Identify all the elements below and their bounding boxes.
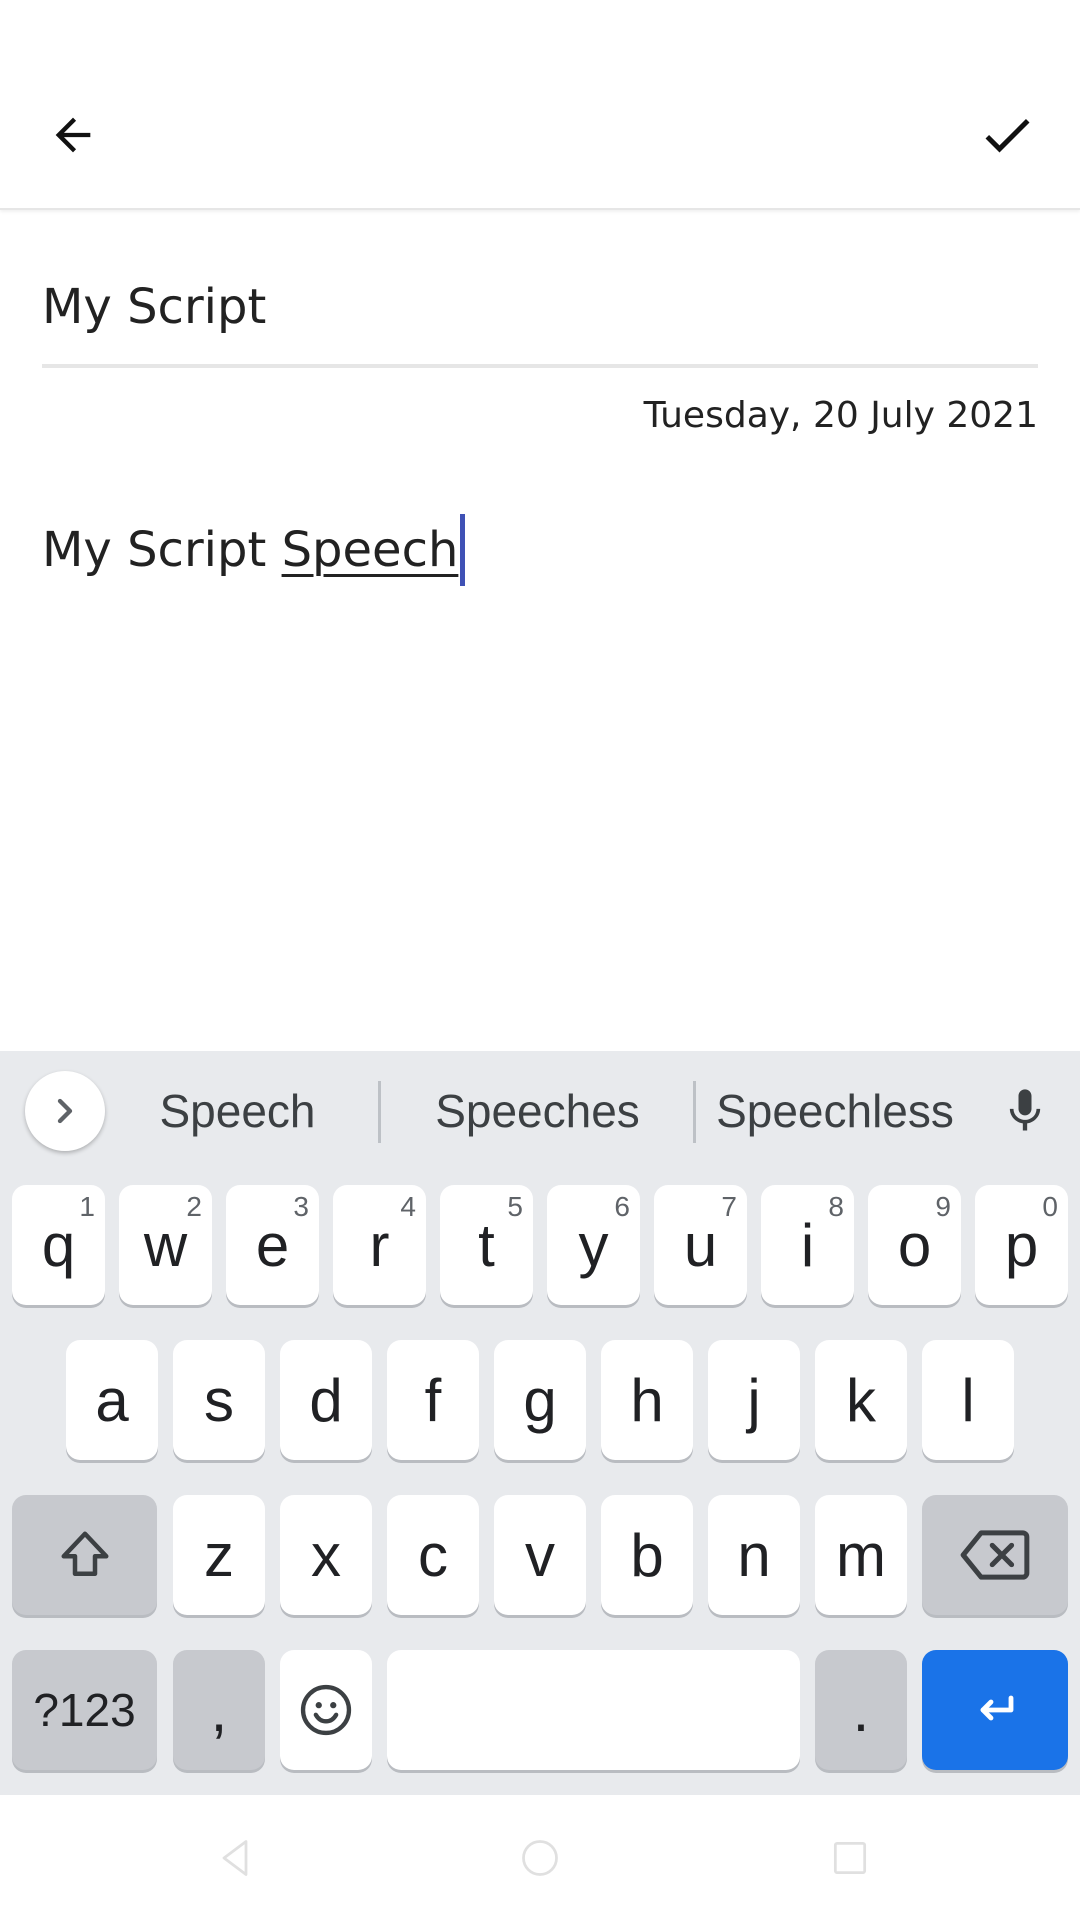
backspace-key[interactable] xyxy=(922,1495,1068,1615)
key-hint: 3 xyxy=(293,1191,309,1222)
title-input[interactable]: My Script xyxy=(42,250,1038,368)
suggestion-strip: Speech Speeches Speechless xyxy=(0,1051,1080,1169)
key-y[interactable]: y6 xyxy=(547,1185,640,1305)
key-hint: 4 xyxy=(400,1191,416,1222)
square-recents-icon xyxy=(833,1841,867,1875)
key-f[interactable]: f xyxy=(387,1340,479,1460)
key-label: r xyxy=(369,1211,390,1279)
key-hint: 5 xyxy=(507,1191,523,1222)
composing-word: Speech xyxy=(281,522,459,578)
key-j[interactable]: j xyxy=(708,1340,800,1460)
key-k[interactable]: k xyxy=(815,1340,907,1460)
key-d[interactable]: d xyxy=(280,1340,372,1460)
title-value: My Script xyxy=(42,279,267,335)
microphone-icon xyxy=(1009,1089,1041,1131)
key-l[interactable]: l xyxy=(922,1340,1014,1460)
key-x[interactable]: x xyxy=(280,1495,372,1615)
key-label: p xyxy=(1004,1211,1039,1279)
key-label: y xyxy=(578,1211,609,1279)
voice-input-button[interactable] xyxy=(995,1081,1055,1141)
arrow-left-icon xyxy=(55,117,91,153)
key-w[interactable]: w2 xyxy=(119,1185,212,1305)
key-i[interactable]: i8 xyxy=(761,1185,854,1305)
key-hint: 1 xyxy=(79,1191,95,1222)
key-e[interactable]: e3 xyxy=(226,1185,319,1305)
expand-toolbar-button[interactable] xyxy=(25,1071,105,1151)
suggestion-divider xyxy=(378,1081,381,1143)
triangle-back-icon xyxy=(222,1840,248,1876)
key-s[interactable]: s xyxy=(173,1340,265,1460)
system-navigation-bar xyxy=(0,1795,1080,1920)
key-hint: 7 xyxy=(721,1191,737,1222)
key-c[interactable]: c xyxy=(387,1495,479,1615)
return-arrow-icon xyxy=(980,1695,1014,1721)
key-b[interactable]: b xyxy=(601,1495,693,1615)
nav-back-button[interactable] xyxy=(205,1833,265,1883)
key-a[interactable]: a xyxy=(66,1340,158,1460)
shift-icon xyxy=(61,1531,108,1576)
key-q[interactable]: q1 xyxy=(12,1185,105,1305)
key-label: w xyxy=(143,1211,188,1279)
key-hint: 9 xyxy=(935,1191,951,1222)
note-date: Tuesday, 20 July 2021 xyxy=(643,395,1038,436)
comma-key[interactable]: , xyxy=(173,1650,265,1770)
suggestion-1[interactable]: Speech xyxy=(130,1081,345,1141)
shift-key[interactable] xyxy=(12,1495,157,1615)
key-h[interactable]: h xyxy=(601,1340,693,1460)
chevron-right-icon xyxy=(57,1098,73,1124)
suggestion-3[interactable]: Speechless xyxy=(710,1081,960,1141)
key-hint: 2 xyxy=(186,1191,202,1222)
key-r[interactable]: r4 xyxy=(333,1185,426,1305)
key-label: q xyxy=(41,1211,76,1279)
key-label: u xyxy=(683,1211,718,1279)
key-g[interactable]: g xyxy=(494,1340,586,1460)
symbols-key[interactable]: ?123 xyxy=(12,1650,157,1770)
save-button[interactable] xyxy=(972,100,1042,170)
body-text: My Script xyxy=(42,522,282,578)
key-label: i xyxy=(800,1211,815,1279)
key-hint: 8 xyxy=(828,1191,844,1222)
key-m[interactable]: m xyxy=(815,1495,907,1615)
key-label: t xyxy=(478,1211,495,1279)
enter-key[interactable] xyxy=(922,1650,1068,1770)
back-button[interactable] xyxy=(38,100,108,170)
soft-keyboard: Speech Speeches Speechless q1 w2 e3 r4 t… xyxy=(0,1051,1080,1795)
key-hint: 0 xyxy=(1042,1191,1058,1222)
text-cursor xyxy=(460,514,466,586)
suggestion-divider xyxy=(693,1081,696,1143)
key-n[interactable]: n xyxy=(708,1495,800,1615)
app-bar xyxy=(0,0,1080,210)
backspace-icon xyxy=(960,1530,1030,1580)
emoji-icon xyxy=(300,1684,352,1736)
space-key[interactable] xyxy=(387,1650,800,1770)
key-hint: 6 xyxy=(614,1191,630,1222)
nav-recents-button[interactable] xyxy=(820,1833,880,1883)
period-key[interactable]: . xyxy=(815,1650,907,1770)
key-v[interactable]: v xyxy=(494,1495,586,1615)
key-p[interactable]: p0 xyxy=(975,1185,1068,1305)
body-input[interactable]: My Script Speech xyxy=(42,512,466,588)
key-t[interactable]: t5 xyxy=(440,1185,533,1305)
key-o[interactable]: o9 xyxy=(868,1185,961,1305)
key-label: e xyxy=(255,1211,290,1279)
key-u[interactable]: u7 xyxy=(654,1185,747,1305)
key-z[interactable]: z xyxy=(173,1495,265,1615)
nav-home-button[interactable] xyxy=(510,1833,570,1883)
circle-home-icon xyxy=(522,1840,558,1876)
key-label: o xyxy=(897,1211,932,1279)
emoji-key[interactable] xyxy=(280,1650,372,1770)
suggestion-2[interactable]: Speeches xyxy=(420,1081,655,1141)
check-icon xyxy=(985,118,1030,153)
